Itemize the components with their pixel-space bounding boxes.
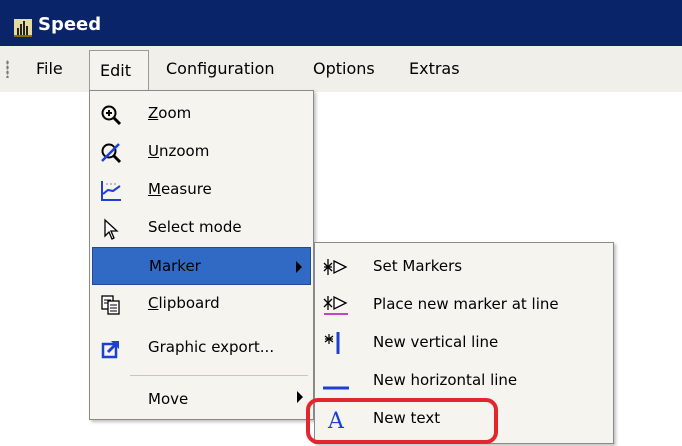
menu-options[interactable]: Options — [303, 46, 385, 92]
submenu-item-label: New horizontal line — [373, 371, 518, 389]
toolbar-grip[interactable] — [6, 60, 9, 78]
submenu-item-label: New vertical line — [373, 333, 499, 351]
edit-menu: Zoom Unzoom Measure Select mode Marker C… — [89, 90, 314, 420]
submenu-arrow-icon — [297, 391, 303, 403]
export-icon — [101, 340, 120, 359]
annotation-highlight-ring — [306, 398, 498, 444]
clipboard-icon — [101, 295, 120, 315]
menu-item-move[interactable]: Move — [92, 381, 311, 419]
zoom-in-icon — [101, 105, 122, 126]
menu-item-unzoom[interactable]: Unzoom — [92, 133, 311, 171]
menu-item-label: Move — [148, 390, 189, 408]
title-bar: Speed — [0, 0, 682, 47]
submenu-item-horizontal-line[interactable]: New horizontal line — [317, 361, 611, 399]
submenu-item-set-markers[interactable]: Set Markers — [317, 247, 611, 285]
unzoom-icon — [101, 143, 122, 164]
set-markers-icon — [323, 259, 348, 275]
cursor-arrow-icon — [104, 218, 119, 240]
menu-item-select-mode[interactable]: Select mode — [92, 209, 311, 247]
menu-item-label: Unzoom — [148, 142, 210, 160]
menu-item-label: Graphic export... — [148, 338, 275, 356]
app-icon — [14, 19, 32, 37]
menu-separator — [130, 375, 308, 376]
submenu-arrow-icon — [296, 261, 302, 273]
menu-item-measure[interactable]: Measure — [92, 171, 311, 209]
menu-item-marker[interactable]: Marker — [92, 247, 311, 285]
submenu-item-place-marker[interactable]: Place new marker at line — [317, 285, 611, 323]
menu-configuration[interactable]: Configuration — [156, 46, 285, 92]
measure-icon — [101, 181, 121, 201]
menu-extras[interactable]: Extras — [399, 46, 470, 92]
menu-item-label: Marker — [149, 257, 201, 275]
window-title: Speed — [38, 14, 102, 35]
vertical-line-icon — [324, 332, 340, 354]
place-marker-icon — [323, 295, 348, 315]
menu-item-label: Select mode — [148, 218, 242, 236]
menu-item-label: Clipboard — [148, 294, 220, 312]
horizontal-line-icon — [323, 386, 349, 390]
menu-bar: File Edit Configuration Options Extras — [0, 46, 682, 93]
menu-item-label: Zoom — [148, 104, 192, 122]
menu-item-clipboard[interactable]: Clipboard — [92, 285, 311, 323]
submenu-item-label: Place new marker at line — [373, 295, 559, 313]
submenu-item-label: Set Markers — [373, 257, 463, 275]
menu-edit[interactable]: Edit — [89, 50, 149, 92]
submenu-item-vertical-line[interactable]: New vertical line — [317, 323, 611, 361]
menu-item-label: Measure — [148, 180, 212, 198]
menu-item-graphic-export[interactable]: Graphic export... — [92, 329, 311, 367]
menu-item-zoom[interactable]: Zoom — [92, 95, 311, 133]
menu-file[interactable]: File — [26, 46, 73, 92]
